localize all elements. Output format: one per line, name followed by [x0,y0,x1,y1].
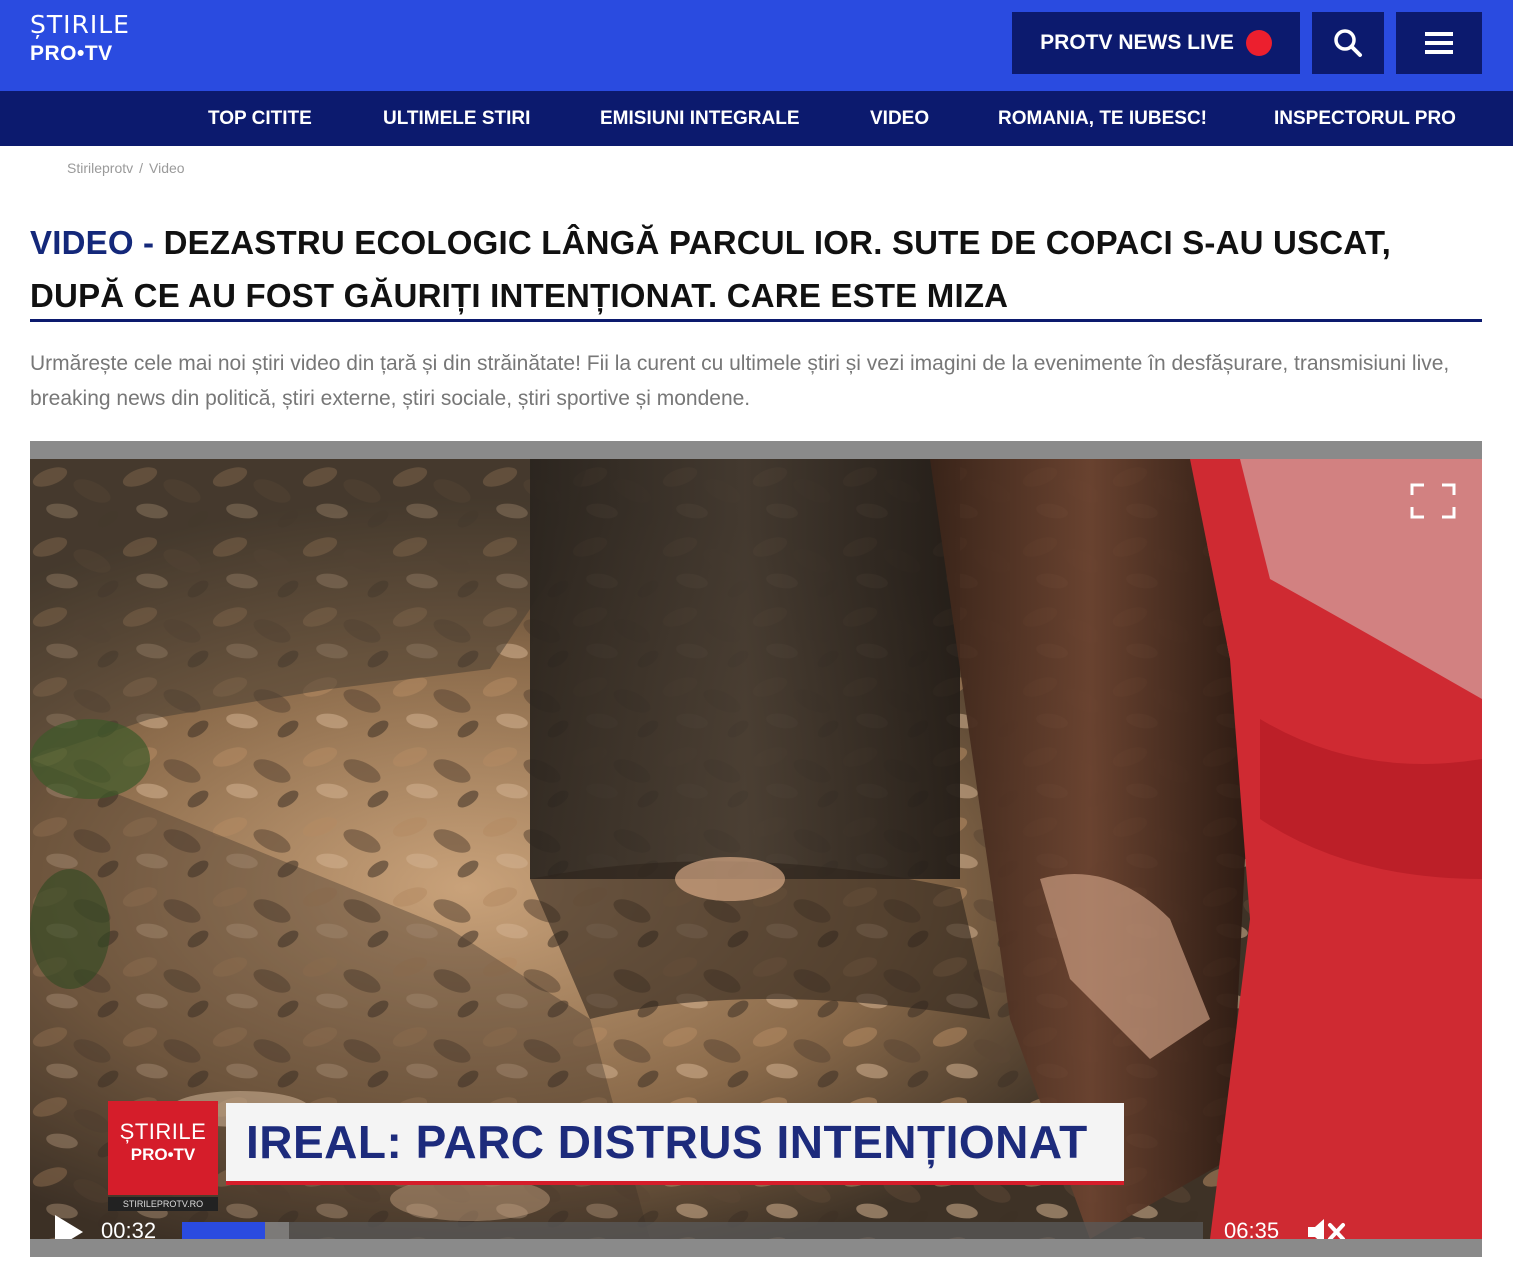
search-button[interactable] [1312,12,1384,74]
breadcrumb-home-link[interactable]: Stirileprotv [67,160,133,176]
muted-speaker-icon [1308,1219,1345,1239]
search-icon [1334,29,1362,57]
article-tag: VIDEO - [30,224,155,261]
video-controls: 00:32 06:35 [30,1199,1482,1239]
article-title-text: DEZASTRU ECOLOGIC LÂNGĂ PARCUL IOR. SUTE… [30,224,1391,314]
article-title: VIDEO - DEZASTRU ECOLOGIC LÂNGĂ PARCUL I… [30,216,1490,322]
title-underline [30,319,1482,322]
hamburger-menu-icon [1425,32,1453,54]
mute-button[interactable] [1306,1216,1346,1239]
breadcrumb: Stirileprotv / Video [67,160,185,176]
nav-item-inspectorul-pro[interactable]: INSPECTORUL PRO [1274,91,1456,146]
top-header: ȘTIRILE PRO•TV PROTV NEWS LIVE [0,0,1513,91]
live-indicator-dot [1245,30,1272,56]
current-time: 00:32 [101,1218,157,1239]
nav-item-romania-te-iubesc[interactable]: ROMANIA, TE IUBESC! [998,91,1207,146]
article-description: Urmărește cele mai noi știri video din ț… [30,352,1450,410]
breadcrumb-separator: / [139,160,144,176]
progress-bar[interactable] [182,1222,1203,1239]
site-logo[interactable]: ȘTIRILE PRO•TV [30,12,130,64]
nav-item-emisiuni-integrale[interactable]: EMISIUNI INTEGRALE [600,91,800,146]
fullscreen-button[interactable] [1410,483,1456,519]
menu-button[interactable] [1396,12,1482,74]
main-navigation: TOP CITITE ULTIMELE STIRI EMISIUNI INTEG… [0,91,1513,146]
broadcast-logo-line-1: ȘTIRILE [119,1119,207,1144]
logo-line-2: PRO•TV [30,42,113,65]
played-bar [182,1222,265,1239]
broadcast-logo-line-2: PRO•TV [130,1145,196,1164]
video-frame[interactable]: ȘTIRILE PRO•TV IREAL: PARC DISTRUS INTEN… [30,459,1482,1239]
nav-item-top-citite[interactable]: TOP CITITE [208,91,312,146]
fullscreen-icon [1410,483,1456,519]
video-player[interactable]: ȘTIRILE PRO•TV IREAL: PARC DISTRUS INTEN… [30,441,1482,1257]
nav-item-video[interactable]: VIDEO [870,91,929,146]
breadcrumb-video-link[interactable]: Video [149,160,185,176]
play-button[interactable] [52,1213,86,1239]
duration-time: 06:35 [1224,1218,1280,1239]
play-icon [55,1215,83,1239]
broadcast-headline: IREAL: PARC DISTRUS INTENȚIONAT [226,1103,1124,1185]
logo-line-1: ȘTIRILE [30,10,130,39]
live-button-label: PROTV NEWS LIVE [1040,31,1234,54]
broadcast-channel-logo: ȘTIRILE PRO•TV [108,1101,218,1195]
protv-news-live-button[interactable]: PROTV NEWS LIVE [1012,12,1300,74]
nav-item-ultimele-stiri[interactable]: ULTIMELE STIRI [383,91,530,146]
